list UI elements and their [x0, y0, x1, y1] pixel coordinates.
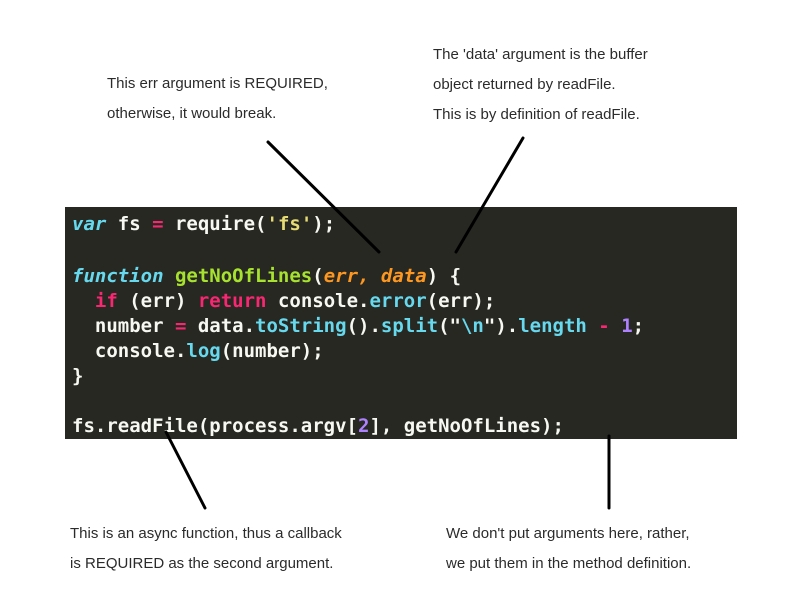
annotation-line: is REQUIRED as the second argument.: [70, 555, 334, 572]
code-token: split: [380, 315, 439, 337]
code-token: var: [72, 213, 107, 235]
code-token: getNoOfLines: [174, 265, 313, 287]
code-token: );: [312, 213, 336, 235]
annotation-line: we put them in the method definition.: [446, 555, 692, 572]
annotation-data-argument: The 'data' argument is the buffer object…: [433, 40, 648, 130]
code-token: \n: [460, 315, 484, 337]
code-token: console.: [266, 290, 370, 312]
code-token: error: [369, 290, 427, 312]
code-token: ) {: [426, 265, 462, 287]
pointer-async-callback: [164, 430, 207, 510]
code-token: =: [152, 213, 164, 235]
code-token: (number);: [220, 340, 324, 362]
code-token: 2: [357, 415, 370, 437]
code-token: }: [72, 365, 84, 387]
code-token: data: [380, 265, 427, 287]
annotation-line: This err argument is REQUIRED,: [107, 75, 328, 92]
code-token: (: [312, 265, 324, 287]
code-line: number = data.toString().split("\n").len…: [72, 314, 644, 339]
code-line: console.log(number);: [72, 339, 324, 364]
code-token: length: [518, 315, 587, 337]
code-token: (": [438, 315, 461, 337]
code-block: var fs = require('fs'); function getNoOfL…: [65, 207, 737, 439]
annotation-async-callback: This is an async function, thus a callba…: [70, 519, 342, 579]
code-token: (err);: [426, 290, 496, 312]
code-line: var fs = require('fs');: [72, 212, 335, 237]
annotation-line: This is by definition of readFile.: [433, 106, 640, 123]
code-token: (err): [117, 290, 198, 312]
annotation-err-required: This err argument is REQUIRED, otherwise…: [107, 69, 328, 129]
code-token: -: [598, 315, 610, 337]
code-token: ().: [346, 315, 381, 337]
code-line: fs.readFile(process.argv[2], getNoOfLine…: [72, 414, 564, 439]
code-token: console.: [72, 340, 187, 362]
code-token: if: [94, 290, 118, 312]
annotation-no-arguments: We don't put arguments here, rather, we …: [446, 519, 691, 579]
code-token: function: [72, 265, 164, 287]
code-token: ;: [632, 315, 645, 337]
code-token: toString: [255, 315, 347, 337]
code-token: return: [197, 290, 267, 312]
annotation-line: This is an async function, thus a callba…: [70, 525, 342, 542]
code-token: fs: [106, 213, 153, 235]
code-line: function getNoOfLines(err, data) {: [72, 264, 461, 289]
code-token: fs.readFile(process.argv[: [72, 415, 358, 437]
code-token: number: [72, 315, 175, 337]
code-token: ], getNoOfLines);: [369, 415, 564, 437]
code-token: =: [174, 315, 187, 337]
code-token: ,: [358, 265, 381, 287]
annotation-line: otherwise, it would break.: [107, 105, 277, 122]
code-token: require(: [163, 213, 267, 235]
code-token: err: [323, 265, 359, 287]
code-token: ").: [483, 315, 519, 337]
code-token: log: [186, 340, 221, 362]
code-line: }: [72, 364, 83, 389]
annotation-line: We don't put arguments here, rather,: [446, 525, 690, 542]
annotation-line: object returned by readFile.: [433, 76, 616, 93]
code-token: data.: [186, 315, 256, 337]
code-token: 'fs': [266, 213, 313, 235]
annotation-line: The 'data' argument is the buffer: [433, 46, 648, 63]
code-token: 1: [621, 315, 633, 337]
code-line: if (err) return console.error(err);: [72, 289, 495, 314]
